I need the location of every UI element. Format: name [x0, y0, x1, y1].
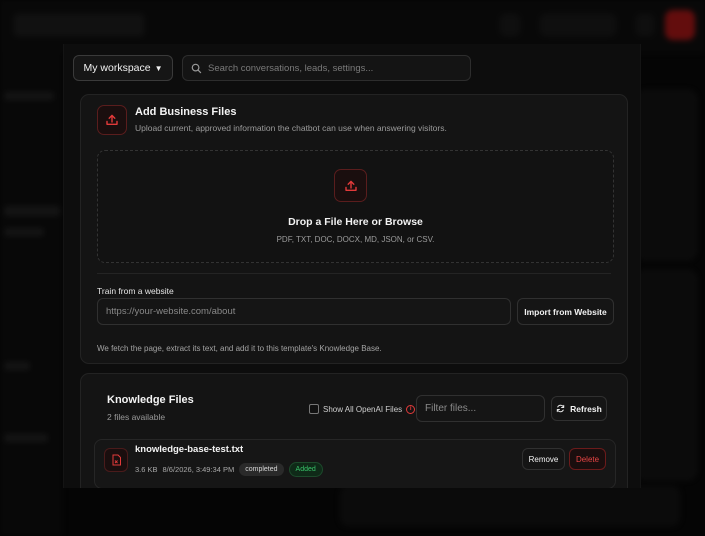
show-all-checkbox[interactable]: [309, 404, 319, 414]
website-note: We fetch the page, extract its text, and…: [97, 344, 382, 353]
background-avatar: [665, 10, 695, 40]
dropzone-formats: PDF, TXT, DOC, DOCX, MD, JSON, or CSV.: [276, 235, 435, 244]
search-icon: [191, 63, 202, 73]
card-subtitle: Upload current, approved information the…: [135, 123, 447, 133]
search-input[interactable]: [208, 62, 458, 74]
background-line: [4, 362, 30, 370]
modal-header: My workspace ▼: [64, 44, 640, 92]
status-badge: completed: [239, 463, 284, 476]
knowledge-files-title: Knowledge Files: [107, 394, 194, 406]
background-card: [636, 270, 697, 480]
background-line: [4, 228, 44, 236]
files-count: 2 files available: [107, 412, 166, 422]
import-from-website-button[interactable]: Import from Website: [517, 298, 614, 325]
chevron-down-icon: ▼: [154, 63, 163, 73]
file-date: 8/6/2026, 3:49:34 PM: [162, 465, 235, 474]
delete-button[interactable]: Delete: [569, 448, 606, 470]
file-meta: 3.6 KB 8/6/2026, 3:49:34 PM completed Ad…: [135, 462, 323, 477]
background-icon: [636, 14, 654, 36]
add-business-files-card: Add Business Files Upload current, appro…: [80, 94, 628, 364]
background-line: [4, 434, 48, 442]
website-label: Train from a website: [97, 286, 174, 296]
knowledge-base-modal: My workspace ▼ Add Business Files Upload…: [63, 44, 641, 488]
file-row: knowledge-base-test.txt 3.6 KB 8/6/2026,…: [94, 439, 616, 488]
background-line: [4, 92, 54, 100]
remove-button[interactable]: Remove: [522, 448, 565, 470]
background-pill: [540, 14, 616, 36]
background-icon: [500, 14, 520, 36]
text-file-icon: [104, 448, 128, 472]
card-title: Add Business Files: [135, 106, 237, 118]
background-line: [4, 206, 60, 216]
background-logo: [14, 14, 144, 36]
added-badge: Added: [288, 462, 323, 477]
show-all-openai-files-toggle[interactable]: Show All OpenAI Files i: [309, 404, 416, 414]
background-card: [340, 486, 680, 526]
file-dropzone[interactable]: Drop a File Here or Browse PDF, TXT, DOC…: [97, 150, 614, 263]
show-all-label: Show All OpenAI Files: [323, 404, 403, 414]
file-name: knowledge-base-test.txt: [135, 444, 244, 455]
upload-icon: [97, 105, 127, 135]
background-sidebar: [0, 52, 62, 536]
workspace-selector[interactable]: My workspace ▼: [73, 55, 173, 81]
file-size: 3.6 KB: [135, 465, 158, 474]
upload-icon: [334, 169, 367, 202]
dropzone-title: Drop a File Here or Browse: [288, 216, 423, 228]
refresh-icon: [556, 404, 565, 413]
workspace-label: My workspace: [83, 62, 151, 74]
background-card: [636, 90, 697, 260]
knowledge-files-card: Knowledge Files 2 files available Show A…: [80, 373, 628, 488]
refresh-button[interactable]: Refresh: [551, 396, 607, 421]
website-url-input[interactable]: [97, 298, 511, 325]
refresh-label: Refresh: [570, 403, 602, 414]
filter-files-input[interactable]: [416, 395, 545, 422]
info-icon[interactable]: i: [406, 404, 416, 414]
search-bar[interactable]: [182, 55, 471, 81]
divider: [97, 273, 611, 274]
